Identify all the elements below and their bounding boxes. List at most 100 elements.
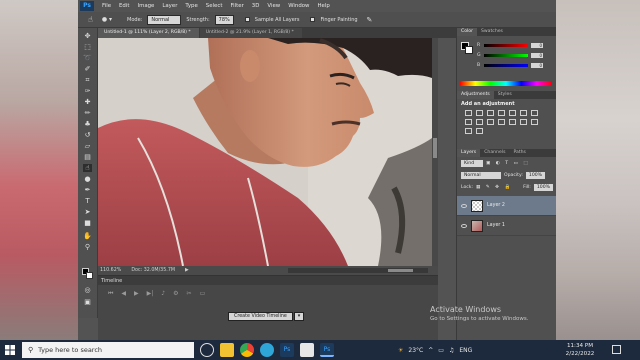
menu-filter[interactable]: Filter	[230, 3, 243, 9]
vertical-scroll-thumb[interactable]	[433, 138, 437, 158]
menu-layer[interactable]: Layer	[162, 3, 177, 9]
black-white-icon[interactable]	[465, 119, 472, 125]
path-select-tool-icon[interactable]: ➤	[83, 208, 92, 216]
color-spectrum-bar[interactable]	[460, 81, 552, 86]
next-frame-icon[interactable]: ▶|	[147, 290, 154, 298]
pen-tool-icon[interactable]: ✒	[83, 186, 92, 194]
brush-size-icon[interactable]: ● ▾	[102, 16, 112, 23]
create-video-timeline-button[interactable]: Create Video Timeline	[228, 312, 293, 321]
prev-frame-icon[interactable]: ◀	[121, 290, 126, 298]
menu-view[interactable]: View	[267, 3, 280, 9]
blend-mode-select[interactable]: Normal	[461, 172, 501, 179]
tab-paths[interactable]: Paths	[509, 149, 530, 157]
posterize-icon[interactable]	[520, 119, 527, 125]
eraser-tool-icon[interactable]: ▱	[83, 142, 92, 150]
sample-all-layers-checkbox[interactable]	[244, 17, 250, 22]
gradient-map-icon[interactable]	[465, 128, 472, 134]
hue-saturation-icon[interactable]	[520, 110, 527, 116]
tab-untitled-1[interactable]: Untitled-1 @ 111% (Layer 2, RGB/8) *	[98, 28, 199, 38]
photoshop-icon[interactable]: Ps	[280, 343, 294, 357]
smudge-tool-icon[interactable]: ☝	[83, 164, 92, 172]
menu-window[interactable]: Window	[288, 3, 309, 9]
menu-select[interactable]: Select	[206, 3, 223, 9]
green-slider[interactable]: G 0	[477, 52, 545, 58]
zoom-level[interactable]: 110.62%	[100, 268, 121, 273]
status-menu-arrow-icon[interactable]: ▶	[185, 268, 189, 273]
timeline-dropdown-icon[interactable]: ▾	[294, 312, 304, 321]
menu-file[interactable]: File	[102, 3, 111, 9]
tab-adjustments[interactable]: Adjustments	[457, 91, 494, 99]
color-lookup-icon[interactable]	[498, 119, 505, 125]
tab-layers[interactable]: Layers	[457, 149, 481, 157]
background-color-swatch[interactable]	[86, 272, 93, 279]
document-photo[interactable]	[98, 38, 432, 266]
marquee-tool-icon[interactable]: ⬚	[83, 43, 92, 51]
menu-help[interactable]: Help	[317, 3, 329, 9]
red-value[interactable]: 0	[531, 42, 543, 48]
visibility-eye-icon[interactable]	[461, 223, 467, 228]
task-view-icon[interactable]	[200, 343, 214, 357]
horizontal-scroll-thumb[interactable]	[388, 269, 413, 272]
mode-select[interactable]: Normal	[147, 14, 182, 25]
smudge-tool-icon[interactable]: ☝	[88, 15, 93, 24]
tab-styles[interactable]: Styles	[494, 91, 516, 99]
clone-stamp-tool-icon[interactable]: ♣	[83, 120, 92, 128]
levels-icon[interactable]	[476, 110, 483, 116]
selective-color-icon[interactable]	[476, 128, 483, 134]
first-frame-icon[interactable]: ⏮	[108, 290, 113, 298]
fill-input[interactable]: 100%	[533, 184, 553, 191]
tab-untitled-2[interactable]: Untitled-2 @ 21.9% (Layer 1, RGB/8) *	[199, 28, 302, 38]
shape-tool-icon[interactable]: ■	[83, 219, 92, 227]
bg-color-chip[interactable]	[465, 46, 473, 54]
type-tool-icon[interactable]: T	[83, 197, 92, 205]
quick-select-tool-icon[interactable]: ✐	[83, 65, 92, 73]
vertical-scrollbar[interactable]	[432, 38, 438, 266]
pressure-icon[interactable]: ✎	[367, 16, 373, 24]
file-explorer-icon[interactable]	[220, 343, 234, 357]
opacity-input[interactable]: 100%	[525, 172, 546, 179]
move-tool-icon[interactable]: ✥	[83, 32, 92, 40]
tab-channels[interactable]: Channels	[480, 149, 509, 157]
layer-row-layer-2[interactable]: Layer 2	[457, 196, 556, 216]
tab-color[interactable]: Color	[457, 28, 477, 36]
taskbar-clock[interactable]: 11:34 PM 2/22/2022	[560, 342, 600, 358]
brush-tool-icon[interactable]: ✏	[83, 109, 92, 117]
volume-icon[interactable]: ♫	[449, 347, 454, 354]
windows-start-icon[interactable]	[0, 340, 20, 360]
screen-mode-icon[interactable]: ▣	[83, 298, 92, 306]
green-value[interactable]: 0	[531, 52, 543, 58]
media-player-icon[interactable]	[300, 343, 314, 357]
exposure-icon[interactable]	[498, 110, 505, 116]
history-brush-tool-icon[interactable]: ↺	[83, 131, 92, 139]
visibility-eye-icon[interactable]	[461, 203, 467, 208]
finger-painting-checkbox[interactable]	[310, 17, 316, 22]
photoshop-active-icon[interactable]: Ps	[320, 343, 334, 357]
taskbar-search-box[interactable]: ⚲ Type here to search	[22, 342, 194, 358]
layer-row-layer-1[interactable]: Layer 1	[457, 216, 556, 236]
hand-tool-icon[interactable]: ✋	[83, 232, 92, 240]
language-indicator[interactable]: ENG	[459, 347, 472, 354]
lasso-tool-icon[interactable]: ➰	[83, 54, 92, 62]
photo-filter-icon[interactable]	[476, 119, 483, 125]
weather-temp[interactable]: 23°C	[408, 347, 423, 354]
eyedropper-tool-icon[interactable]: ✑	[83, 87, 92, 95]
filter-icons[interactable]: ▣ ◐ T ▭ ⬚	[486, 161, 530, 166]
blue-value[interactable]: 0	[531, 62, 543, 68]
threshold-icon[interactable]	[531, 119, 538, 125]
curves-icon[interactable]	[487, 110, 494, 116]
menu-3d[interactable]: 3D	[252, 3, 260, 9]
settings-icon[interactable]: ⚙	[173, 290, 178, 298]
layer-name[interactable]: Layer 1	[487, 223, 505, 228]
horizontal-scrollbar[interactable]	[288, 268, 428, 273]
layer-name[interactable]: Layer 2	[487, 203, 505, 208]
split-icon[interactable]: ✂	[187, 290, 192, 298]
color-balance-icon[interactable]	[531, 110, 538, 116]
blue-slider[interactable]: B 0	[477, 62, 545, 68]
network-icon[interactable]: ▭	[438, 347, 444, 354]
channel-mixer-icon[interactable]	[487, 119, 494, 125]
invert-icon[interactable]	[509, 119, 516, 125]
strength-input[interactable]: 78%	[214, 14, 234, 25]
crop-tool-icon[interactable]: ⌗	[83, 76, 92, 84]
quick-mask-icon[interactable]: ◎	[83, 286, 92, 294]
canvas-area[interactable]	[98, 38, 438, 266]
